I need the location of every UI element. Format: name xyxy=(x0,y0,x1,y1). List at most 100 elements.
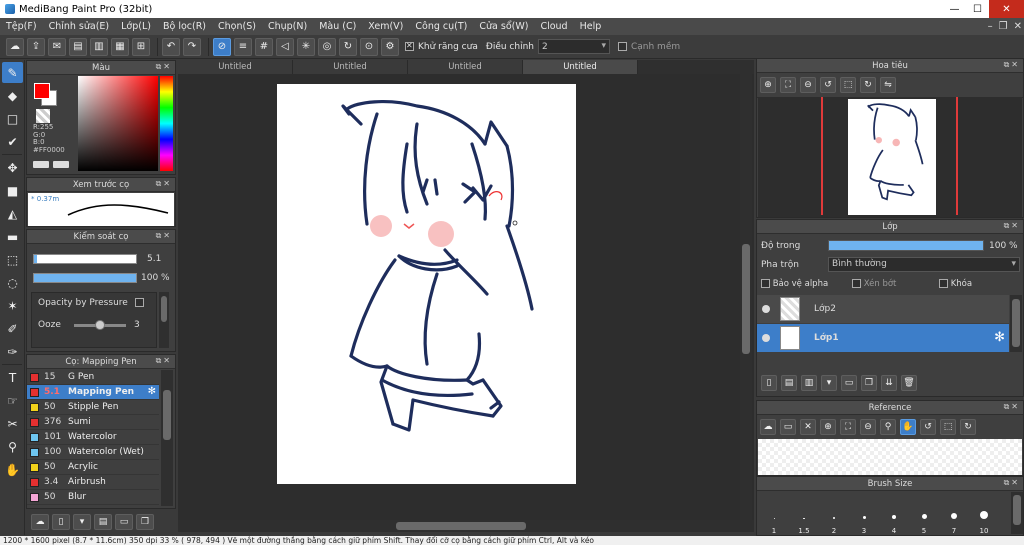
brush-opacity-slider[interactable] xyxy=(33,273,137,283)
copy-brush-icon[interactable]: ▤ xyxy=(94,514,112,530)
tab-document-4[interactable]: Untitled xyxy=(523,60,638,74)
brush-size-preset[interactable]: 7 xyxy=(939,491,969,535)
brush-item-blur[interactable]: 50 Blur xyxy=(27,490,159,505)
merge-down-icon[interactable]: ⇊ xyxy=(881,375,897,391)
canvas-vertical-scroll-thumb[interactable] xyxy=(742,244,750,354)
cross-snap-icon[interactable]: # xyxy=(255,37,273,56)
brush-size-scroll-thumb[interactable] xyxy=(1013,495,1021,525)
menu-edit[interactable]: Chỉnh sửa(E) xyxy=(43,21,116,32)
new-halftone-layer-icon[interactable]: ▤ xyxy=(781,375,797,391)
grid-icon[interactable]: ⊞ xyxy=(132,37,150,56)
duplicate-icon[interactable]: ❐ xyxy=(136,514,154,530)
brush-list-scrollbar[interactable] xyxy=(161,370,173,506)
layer-row-layer1[interactable]: Lớp1 ✻ xyxy=(757,324,1009,352)
zoom-out-icon[interactable]: ⊖ xyxy=(860,419,876,435)
menu-file[interactable]: Tệp(F) xyxy=(0,21,43,32)
menu-snap[interactable]: Chụp(N) xyxy=(262,21,313,32)
layer-row-layer2[interactable]: Lớp2 xyxy=(757,295,1009,323)
brush-item-sumi[interactable]: 376 Sumi xyxy=(27,415,159,430)
brush-size-preset[interactable]: 5 xyxy=(909,491,939,535)
brush-item-g-pen[interactable]: 15 G Pen xyxy=(27,370,159,385)
rotate-reset-icon[interactable]: ⬚ xyxy=(840,77,856,93)
panel-popout-icon[interactable]: ⧉✕ xyxy=(156,179,172,189)
menu-cloud[interactable]: Cloud xyxy=(534,21,573,32)
adjust-select[interactable]: 2 xyxy=(537,39,610,54)
cloud-icon[interactable]: ☁ xyxy=(6,37,24,56)
brush-size-slider[interactable] xyxy=(33,254,137,264)
vanishing-snap-icon[interactable]: ◁ xyxy=(276,37,294,56)
protect-alpha-checkbox[interactable] xyxy=(761,279,770,288)
cloud-icon[interactable]: ☁ xyxy=(760,419,776,435)
zoom-in-icon[interactable]: ⊕ xyxy=(820,419,836,435)
layer-folder-icon[interactable]: ▭ xyxy=(841,375,857,391)
new-layer-icon[interactable]: ▯ xyxy=(761,375,777,391)
page-icon[interactable]: ▥ xyxy=(90,37,108,56)
new-brush-icon[interactable]: ▯ xyxy=(52,514,70,530)
lasso-tool-icon[interactable]: ◌ xyxy=(2,272,23,293)
brush-tool-icon[interactable]: ✎ xyxy=(2,62,23,83)
minimize-icon[interactable]: — xyxy=(943,0,966,18)
brush-control-scrollbar[interactable] xyxy=(159,292,169,348)
canvas-vertical-scrollbar[interactable] xyxy=(740,74,752,520)
panel-popout-icon[interactable]: ⧉✕ xyxy=(1004,221,1020,231)
brush-item-watercolor[interactable]: 101 Watercolor xyxy=(27,430,159,445)
layer-settings-gear-icon[interactable]: ✻ xyxy=(994,330,1005,345)
close-icon[interactable]: ✕ xyxy=(989,0,1024,18)
curve-snap-icon[interactable]: ↻ xyxy=(339,37,357,56)
parallel-snap-icon[interactable]: ≡ xyxy=(234,37,252,56)
doc-minimize-icon[interactable]: – xyxy=(988,21,993,32)
menu-layer[interactable]: Lớp(L) xyxy=(115,21,157,32)
brush-item-mapping-pen[interactable]: 5.1 Mapping Pen ✻ xyxy=(27,385,159,400)
maximize-icon[interactable]: ☐ xyxy=(966,0,989,18)
layer-type-menu-icon[interactable]: ▾ xyxy=(821,375,837,391)
zoom-out-icon[interactable]: ⊖ xyxy=(800,77,816,93)
navigator-preview[interactable] xyxy=(758,97,1022,217)
folder-icon[interactable]: ▭ xyxy=(115,514,133,530)
delete-layer-icon[interactable]: 🗑 xyxy=(901,375,917,391)
tab-document-2[interactable]: Untitled xyxy=(293,60,408,74)
new-8bit-layer-icon[interactable]: ▥ xyxy=(801,375,817,391)
close-reference-icon[interactable]: ✕ xyxy=(800,419,816,435)
menu-help[interactable]: Help xyxy=(574,21,608,32)
menu-color[interactable]: Màu (C) xyxy=(313,21,362,32)
radial-snap-icon[interactable]: ✳ xyxy=(297,37,315,56)
menu-tools[interactable]: Công cụ(T) xyxy=(409,21,473,32)
zoom-fit-icon[interactable]: ⛶ xyxy=(780,77,796,93)
text-tool-icon[interactable]: T xyxy=(2,367,23,388)
panel-popout-icon[interactable]: ⧉✕ xyxy=(1004,478,1020,488)
shape-tool-icon[interactable]: ■ xyxy=(2,180,23,201)
redo-icon[interactable]: ↷ xyxy=(183,37,201,56)
layers-scrollbar[interactable] xyxy=(1010,295,1022,352)
file-icon[interactable]: ▦ xyxy=(111,37,129,56)
rotate-right-icon[interactable]: ↻ xyxy=(960,419,976,435)
antialias-checkbox[interactable] xyxy=(405,41,414,51)
menu-view[interactable]: Xem(V) xyxy=(362,21,409,32)
brush-item-airbrush[interactable]: 3.4 Airbrush xyxy=(27,475,159,490)
snap-settings-icon[interactable]: ⚙ xyxy=(381,37,399,56)
brush-item-acrylic[interactable]: 50 Acrylic xyxy=(27,460,159,475)
zoom-fit-icon[interactable]: ⛶ xyxy=(840,419,856,435)
foreground-color-swatch[interactable] xyxy=(34,83,50,99)
visibility-eye-icon[interactable] xyxy=(762,334,770,342)
visibility-eye-icon[interactable] xyxy=(762,305,770,313)
color-reset-button[interactable] xyxy=(53,161,69,168)
divide-tool-icon[interactable]: ✂ xyxy=(2,413,23,434)
panel-popout-icon[interactable]: ⧉✕ xyxy=(156,62,172,72)
brush-list-scroll-thumb[interactable] xyxy=(163,390,171,440)
open-folder-icon[interactable]: ▭ xyxy=(780,419,796,435)
brush-menu-icon[interactable]: ▾ xyxy=(73,514,91,530)
layer-opacity-slider[interactable] xyxy=(828,240,984,251)
rotate-right-icon[interactable]: ↻ xyxy=(860,77,876,93)
brush-size-preset[interactable]: 1 xyxy=(759,491,789,535)
select-tool-icon[interactable]: ⬚ xyxy=(2,249,23,270)
layers-scroll-thumb[interactable] xyxy=(1012,299,1020,347)
rotate-reset-icon[interactable]: ⬚ xyxy=(940,419,956,435)
canvas-area[interactable] xyxy=(178,74,754,520)
dot-tool-icon[interactable]: □ xyxy=(2,108,23,129)
comment-icon[interactable]: ✉ xyxy=(48,37,66,56)
brush-size-preset[interactable]: 1.5 xyxy=(789,491,819,535)
operation-tool-icon[interactable]: ☞ xyxy=(2,390,23,411)
menu-select[interactable]: Chọn(S) xyxy=(212,21,262,32)
panel-popout-icon[interactable]: ⧉✕ xyxy=(1004,402,1020,412)
panel-popout-icon[interactable]: ⧉✕ xyxy=(156,231,172,241)
